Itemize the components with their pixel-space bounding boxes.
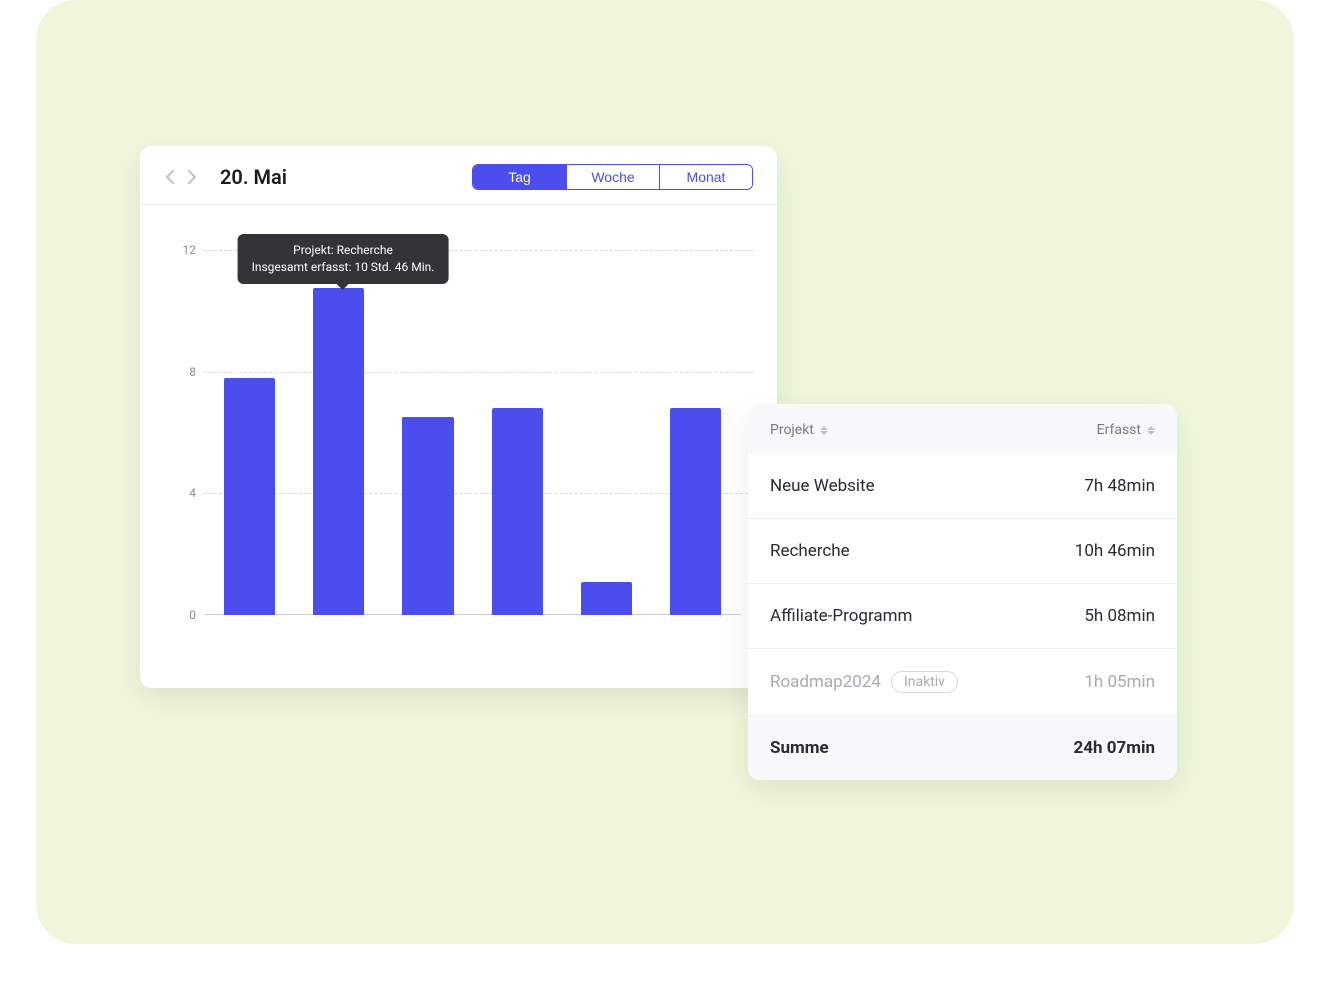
table-row[interactable]: Neue Website 7h 48min: [748, 454, 1177, 519]
date-label: 20. Mai: [220, 165, 287, 189]
tab-woche[interactable]: Woche: [566, 165, 659, 189]
table-row[interactable]: Affiliate-Programm 5h 08min: [748, 584, 1177, 649]
tracked-value: 7h 48min: [1084, 476, 1155, 496]
total-label: Summe: [770, 738, 829, 758]
project-name: Recherche: [770, 541, 850, 561]
tracked-value: 10h 46min: [1075, 541, 1155, 561]
project-name: Neue Website: [770, 476, 875, 496]
tracked-value: 1h 05min: [1084, 672, 1155, 692]
row-name: Recherche: [770, 541, 850, 561]
y-axis: 12 8 4 0: [164, 235, 204, 615]
total-value: 24h 07min: [1073, 738, 1155, 758]
y-tick: 4: [189, 486, 196, 500]
column-header-projekt[interactable]: Projekt: [770, 422, 828, 438]
date-nav: [164, 168, 198, 186]
project-name: Roadmap2024: [770, 672, 881, 692]
row-name: Neue Website: [770, 476, 875, 496]
sort-icon: [1147, 426, 1155, 435]
chart-tooltip: Projekt: Recherche Insgesamt erfasst: 10…: [238, 234, 449, 285]
table-row[interactable]: Roadmap2024 Inaktiv 1h 05min: [748, 649, 1177, 716]
table-total-row: Summe 24h 07min: [748, 716, 1177, 780]
row-name: Affiliate-Programm: [770, 606, 912, 626]
column-label: Projekt: [770, 422, 814, 438]
status-badge: Inaktiv: [891, 671, 958, 693]
tracked-value: 5h 08min: [1084, 606, 1155, 626]
column-label: Erfasst: [1097, 422, 1141, 438]
tooltip-line2: Insgesamt erfasst: 10 Std. 46 Min.: [252, 259, 435, 276]
y-tick: 12: [183, 243, 197, 257]
project-name: Affiliate-Programm: [770, 606, 912, 626]
app-canvas: 20. Mai Tag Woche Monat 12 8 4 0: [36, 0, 1294, 944]
y-tick: 0: [189, 608, 196, 622]
chart-header: 20. Mai Tag Woche Monat: [140, 146, 777, 205]
table-row[interactable]: Recherche 10h 46min: [748, 519, 1177, 584]
column-header-erfasst[interactable]: Erfasst: [1097, 422, 1155, 438]
project-table: Projekt Erfasst Neue Website 7h 48min Rech…: [748, 404, 1177, 780]
next-button[interactable]: [186, 168, 198, 186]
chevron-left-icon: [166, 170, 174, 184]
y-tick: 8: [189, 365, 196, 379]
tooltip-line1: Projekt: Recherche: [252, 242, 435, 259]
prev-button[interactable]: [164, 168, 176, 186]
bar[interactable]: [581, 582, 632, 615]
bar[interactable]: [670, 408, 721, 615]
chart-header-left: 20. Mai: [164, 165, 287, 189]
tab-tag[interactable]: Tag: [473, 165, 566, 189]
chart-body: 12 8 4 0 Projekt: Recherche Insgesamt er…: [140, 205, 777, 683]
tab-monat[interactable]: Monat: [659, 165, 752, 189]
bar[interactable]: [224, 378, 275, 615]
sort-icon: [820, 426, 828, 435]
bar[interactable]: [402, 417, 453, 615]
chevron-right-icon: [188, 170, 196, 184]
chart-plot: 12 8 4 0 Projekt: Recherche Insgesamt er…: [164, 235, 753, 615]
bar[interactable]: [313, 288, 364, 615]
table-head: Projekt Erfasst: [748, 404, 1177, 454]
table-body: Neue Website 7h 48min Recherche 10h 46min Af…: [748, 454, 1177, 716]
chart-card: 20. Mai Tag Woche Monat 12 8 4 0: [140, 146, 777, 688]
bars-container: [204, 235, 741, 615]
row-name: Roadmap2024 Inaktiv: [770, 671, 958, 693]
plot-area: [204, 235, 741, 615]
bar[interactable]: [492, 408, 543, 615]
range-toggle: Tag Woche Monat: [472, 164, 753, 190]
